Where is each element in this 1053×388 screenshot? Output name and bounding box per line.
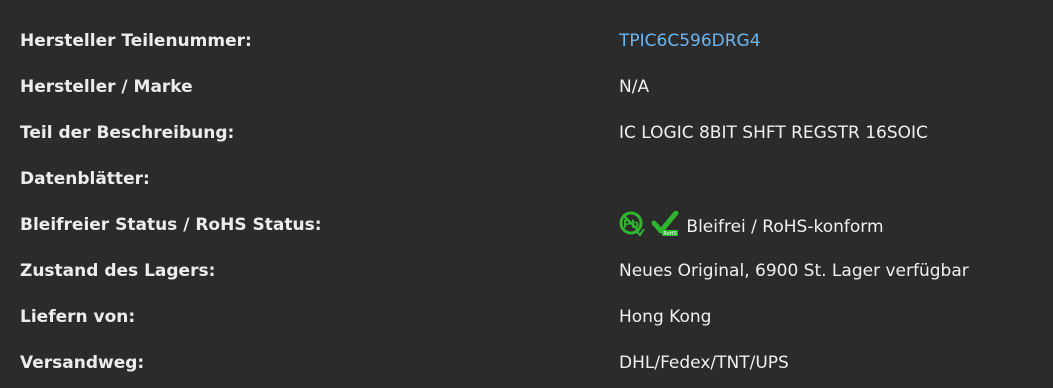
description-label: Teil der Beschreibung: [20, 123, 235, 143]
shipping-method-label: Versandweg: [20, 353, 145, 373]
svg-text:RoHS: RoHS [664, 231, 677, 237]
spec-row-manufacturer: Hersteller / Marke N/A [0, 76, 1053, 112]
spec-row-shipping-method: Versandweg: DHL/Fedex/TNT/UPS [0, 352, 1053, 388]
part-number-link[interactable]: TPIC6C596DRG4 [619, 31, 761, 51]
stock-value: Neues Original, 6900 St. Lager verfügbar [619, 261, 969, 281]
spec-row-ships-from: Liefern von: Hong Kong [0, 306, 1053, 342]
spec-row-stock: Zustand des Lagers: Neues Original, 6900… [0, 260, 1053, 296]
spec-row-description: Teil der Beschreibung: IC LOGIC 8BIT SHF… [0, 122, 1053, 158]
part-number-value: TPIC6C596DRG4 [619, 30, 761, 52]
manufacturer-label: Hersteller / Marke [20, 77, 193, 97]
shipping-method-value: DHL/Fedex/TNT/UPS [619, 353, 789, 373]
rohs-check-icon: RoHS [651, 211, 679, 237]
rohs-status-text: Bleifrei / RoHS-konform [686, 217, 884, 237]
datasheets-label: Datenblätter: [20, 169, 150, 189]
spec-row-part-number: Hersteller Teilenummer: TPIC6C596DRG4 [0, 30, 1053, 66]
rohs-icon-group: Pb RoHS [619, 211, 680, 237]
rohs-status-label: Bleifreier Status / RoHS Status: [20, 215, 322, 235]
spec-row-rohs-status: Bleifreier Status / RoHS Status: Pb RoHS… [0, 211, 1053, 250]
description-value: IC LOGIC 8BIT SHFT REGSTR 16SOIC [619, 123, 928, 143]
product-spec-table: Hersteller Teilenummer: TPIC6C596DRG4 He… [0, 0, 1053, 382]
spec-row-datasheets: Datenblätter: [0, 168, 1053, 204]
stock-label: Zustand des Lagers: [20, 261, 216, 281]
part-number-label: Hersteller Teilenummer: [20, 31, 252, 51]
rohs-status-value: Pb RoHS Bleifrei / RoHS-konform [619, 211, 884, 240]
manufacturer-value: N/A [619, 77, 650, 97]
ships-from-label: Liefern von: [20, 307, 136, 327]
lead-free-icon: Pb [619, 211, 645, 237]
ships-from-value: Hong Kong [619, 307, 712, 327]
